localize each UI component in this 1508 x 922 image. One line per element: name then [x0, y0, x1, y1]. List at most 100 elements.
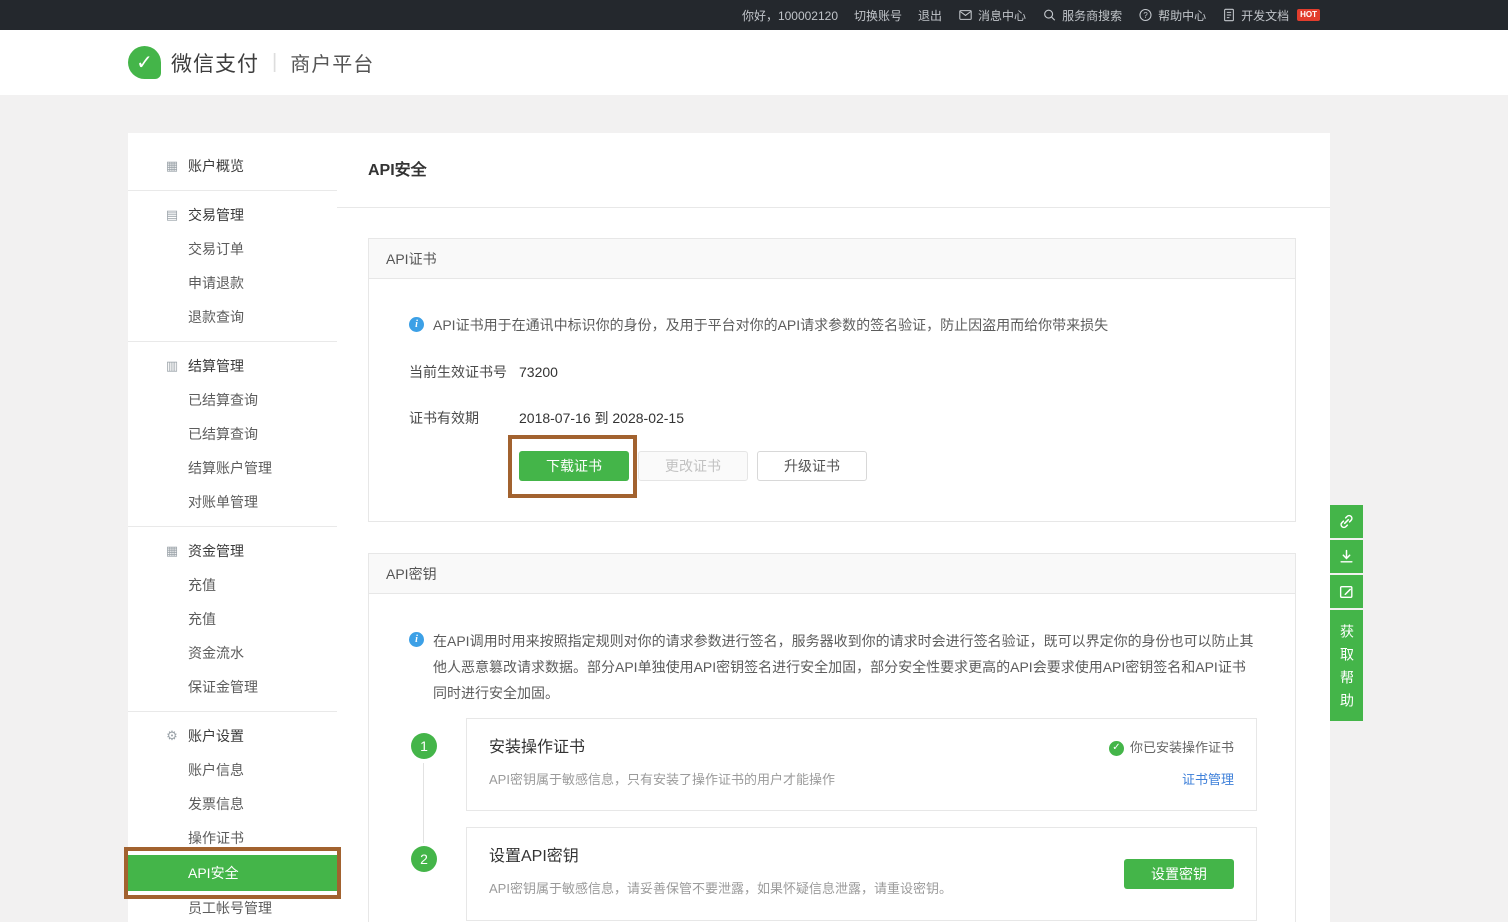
dev-docs-link[interactable]: 开发文档 HOT [1222, 7, 1320, 24]
provider-search-link[interactable]: 服务商搜索 [1042, 7, 1122, 24]
sidebar-item-statement-management[interactable]: 对账单管理 [128, 485, 337, 519]
sidebar-item-account-overview[interactable]: ▦ 账户概览 [128, 149, 337, 183]
wechat-logo-icon: ✓ [128, 46, 161, 79]
status-text: 你已安装操作证书 [1130, 737, 1234, 759]
card-icon: ▤ [164, 208, 180, 223]
edit-icon [1338, 583, 1355, 600]
sidebar-divider [128, 190, 337, 191]
cert-number-value: 73200 [519, 363, 558, 381]
key-info-text: 在API调用时用来按照指定规则对你的请求参数进行签名，服务器收到你的请求时会进行… [433, 628, 1257, 706]
sidebar-item-deposit-management[interactable]: 保证金管理 [128, 670, 337, 704]
sidebar-item-refund-query[interactable]: 退款查询 [128, 300, 337, 334]
header-divider: | [272, 51, 277, 74]
share-button[interactable] [1330, 505, 1363, 538]
sidebar-item-recharge-1[interactable]: 充值 [128, 568, 337, 602]
upgrade-cert-button[interactable]: 升级证书 [757, 451, 867, 481]
info-icon: i [409, 317, 424, 332]
group-label: 结算管理 [188, 356, 244, 376]
brand-name: 微信支付 [171, 48, 259, 78]
sidebar-item-refund-apply[interactable]: 申请退款 [128, 266, 337, 300]
sidebar-item-staff-account[interactable]: 员工帐号管理 [128, 891, 337, 922]
logout-link[interactable]: 退出 [918, 7, 942, 24]
link-icon [1338, 513, 1355, 530]
platform-name: 商户平台 [290, 48, 374, 77]
help-center-link[interactable]: ? 帮助中心 [1138, 7, 1206, 24]
message-center-link[interactable]: 消息中心 [958, 7, 1026, 24]
group-label: 账户概览 [188, 156, 244, 176]
hot-badge: HOT [1297, 9, 1320, 21]
sidebar-item-transaction-management[interactable]: ▤ 交易管理 [128, 198, 337, 232]
step-1-title: 安装操作证书 [489, 737, 835, 759]
step-1: 1 安装操作证书 API密钥属于敏感信息，只有安装了操作证书的用户才能操作 ✓ … [409, 718, 1257, 811]
feedback-button[interactable] [1330, 575, 1363, 608]
sidebar-item-settlement-account[interactable]: 结算账户管理 [128, 451, 337, 485]
help-icon: ? [1138, 8, 1153, 22]
cert-info-text: API证书用于在通讯中标识你的身份，及用于平台对你的API请求参数的签名验证，防… [433, 313, 1108, 337]
switch-account-link[interactable]: 切换账号 [854, 7, 902, 24]
mail-icon [958, 8, 973, 22]
svg-text:?: ? [1143, 11, 1148, 20]
sidebar: ▦ 账户概览 ▤ 交易管理 交易订单 申请退款 退款查询 ▥ 结算管理 已结算查… [128, 133, 337, 922]
main-panel: API安全 API证书 i API证书用于在通讯中标识你的身份，及用于平台对你的… [337, 133, 1330, 922]
sidebar-item-account-settings[interactable]: ⚙ 账户设置 [128, 719, 337, 753]
cert-validity-row: 证书有效期 2018-07-16 到 2028-02-15 [409, 409, 1257, 427]
api-key-section-header: API密钥 [369, 554, 1295, 594]
cert-info-row: i API证书用于在通讯中标识你的身份，及用于平台对你的API请求参数的签名验证… [409, 313, 1257, 337]
download-icon [1338, 548, 1355, 565]
sidebar-item-api-security[interactable]: API安全 [128, 855, 337, 891]
grid-icon: ▦ [164, 159, 180, 174]
sidebar-item-recharge-2[interactable]: 充值 [128, 602, 337, 636]
step-1-desc: API密钥属于敏感信息，只有安装了操作证书的用户才能操作 [489, 771, 835, 789]
step-1-badge: 1 [411, 733, 437, 759]
step-2-box: 设置API密钥 API密钥属于敏感信息，请妥善保管不要泄露，如果怀疑信息泄露，请… [466, 827, 1257, 921]
download-button[interactable] [1330, 540, 1363, 573]
sidebar-divider [128, 526, 337, 527]
sidebar-item-funds-flow[interactable]: 资金流水 [128, 636, 337, 670]
user-greeting: 你好，100002120 [742, 7, 838, 24]
get-help-button[interactable]: 获取帮助 [1330, 610, 1363, 721]
api-cert-section: API证书 i API证书用于在通讯中标识你的身份，及用于平台对你的API请求参… [368, 238, 1296, 522]
cert-buttons: 下载证书 更改证书 升级证书 [519, 451, 1257, 481]
download-cert-button[interactable]: 下载证书 [519, 451, 629, 481]
cert-number-row: 当前生效证书号 73200 [409, 363, 1257, 381]
gear-icon: ⚙ [164, 729, 180, 744]
sidebar-item-settlement-management[interactable]: ▥ 结算管理 [128, 349, 337, 383]
sidebar-item-settled-query-2[interactable]: 已结算查询 [128, 417, 337, 451]
search-icon [1042, 8, 1057, 22]
float-toolbar: 获取帮助 [1330, 505, 1363, 721]
info-icon: i [409, 632, 424, 647]
cert-installed-status: ✓ 你已安装操作证书 [1109, 737, 1234, 759]
message-center-label: 消息中心 [978, 7, 1026, 24]
doc-icon [1222, 8, 1236, 22]
sidebar-item-settled-query-1[interactable]: 已结算查询 [128, 383, 337, 417]
group-label: 交易管理 [188, 205, 244, 225]
wechat-pay-logo[interactable]: ✓ 微信支付 [128, 46, 259, 79]
steps: 1 安装操作证书 API密钥属于敏感信息，只有安装了操作证书的用户才能操作 ✓ … [409, 718, 1257, 921]
sidebar-divider [128, 341, 337, 342]
step-2-badge: 2 [411, 846, 437, 872]
check-icon: ✓ [1109, 741, 1124, 756]
topbar: 你好，100002120 切换账号 退出 消息中心 服务商搜索 ? 帮助中心 开… [0, 0, 1508, 30]
dev-docs-label: 开发文档 [1241, 7, 1289, 24]
cert-validity-value: 2018-07-16 到 2028-02-15 [519, 409, 684, 427]
sidebar-item-operation-cert[interactable]: 操作证书 [128, 821, 337, 855]
cert-manage-link[interactable]: 证书管理 [1182, 771, 1234, 789]
sidebar-item-funds-management[interactable]: ▦ 资金管理 [128, 534, 337, 568]
sidebar-item-account-info[interactable]: 账户信息 [128, 753, 337, 787]
change-cert-button[interactable]: 更改证书 [638, 451, 748, 481]
cert-validity-label: 证书有效期 [409, 409, 519, 427]
step-2: 2 设置API密钥 API密钥属于敏感信息，请妥善保管不要泄露，如果怀疑信息泄露… [409, 827, 1257, 921]
brand-header: ✓ 微信支付 | 商户平台 [0, 30, 1508, 95]
group-label: 账户设置 [188, 726, 244, 746]
sidebar-divider [128, 711, 337, 712]
sidebar-item-invoice-info[interactable]: 发票信息 [128, 787, 337, 821]
step-2-title: 设置API密钥 [489, 846, 952, 868]
provider-search-label: 服务商搜索 [1062, 7, 1122, 24]
key-info-row: i 在API调用时用来按照指定规则对你的请求参数进行签名，服务器收到你的请求时会… [409, 628, 1257, 706]
step-2-desc: API密钥属于敏感信息，请妥善保管不要泄露，如果怀疑信息泄露，请重设密钥。 [489, 880, 952, 898]
set-api-key-button[interactable]: 设置密钥 [1124, 859, 1234, 889]
group-label: 资金管理 [188, 541, 244, 561]
funds-icon: ▦ [164, 544, 180, 559]
help-center-label: 帮助中心 [1158, 7, 1206, 24]
sidebar-item-transaction-orders[interactable]: 交易订单 [128, 232, 337, 266]
